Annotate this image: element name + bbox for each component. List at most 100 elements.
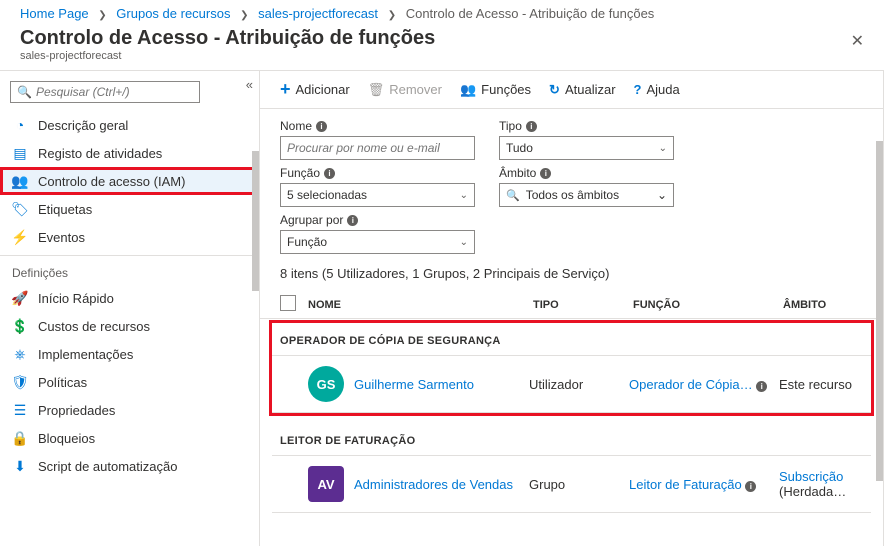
chevron-down-icon: ⌄ [460, 237, 468, 248]
name-filter-input[interactable] [280, 136, 475, 160]
type-select[interactable]: Tudo ⌄ [499, 136, 674, 160]
script-icon: ⬇ [12, 458, 28, 474]
col-type[interactable]: TIPO [533, 299, 633, 311]
info-icon[interactable]: i [756, 381, 767, 392]
row-scope: Este recurso [779, 377, 863, 392]
breadcrumb-rg[interactable]: Grupos de recursos [116, 6, 230, 21]
filter-scope-label: Âmbito [499, 166, 536, 180]
row-scope: Subscrição (Herdada… [779, 469, 863, 499]
row-name-link[interactable]: Administradores de Vendas [354, 477, 529, 492]
chevron-down-icon: ⌄ [657, 188, 667, 202]
refresh-button[interactable]: ↻ Atualizar [549, 82, 615, 98]
chevron-down-icon: ⌄ [460, 190, 468, 201]
scrollbar[interactable] [876, 141, 883, 481]
nav-label: Início Rápido [38, 291, 114, 306]
col-role[interactable]: FUNÇÃO [633, 299, 783, 311]
nav-section-header: Definições [0, 255, 259, 284]
help-icon: ? [634, 82, 642, 97]
row-role: Leitor de Faturação i [629, 477, 779, 492]
nav-label: Etiquetas [38, 202, 92, 217]
scope-link[interactable]: Subscrição [779, 469, 843, 484]
groupby-select[interactable]: Função ⌄ [280, 230, 475, 254]
close-icon[interactable]: ✕ [851, 27, 864, 55]
nav-label: Propriedades [38, 403, 115, 418]
rocket-icon: 🚀 [12, 290, 28, 306]
breadcrumb-home[interactable]: Home Page [20, 6, 89, 21]
item-count: 8 itens (5 Utilizadores, 1 Grupos, 2 Pri… [260, 260, 883, 291]
row-role: Operador de Cópia… i [629, 377, 779, 392]
scope-value: Todos os âmbitos [526, 188, 651, 202]
toolbar-label: Atualizar [565, 82, 616, 97]
nav-quickstart[interactable]: 🚀 Início Rápido [0, 284, 259, 312]
nav-label: Registo de atividades [38, 146, 162, 161]
table-row[interactable]: AV Administradores de Vendas Grupo Leito… [272, 455, 871, 513]
scrollbar[interactable] [252, 151, 259, 291]
role-select[interactable]: 5 selecionadas ⌄ [280, 183, 475, 207]
role-group-backup-operator: OPERADOR DE CÓPIA DE SEGURANÇA GS Guilhe… [272, 323, 871, 413]
info-icon[interactable]: i [540, 168, 551, 179]
group-header: OPERADOR DE CÓPIA DE SEGURANÇA [272, 323, 871, 355]
remove-button[interactable]: 🗑 Remover [368, 82, 442, 98]
info-icon[interactable]: i [347, 215, 358, 226]
breadcrumb-project[interactable]: sales-projectforecast [258, 6, 378, 21]
nav-locks[interactable]: 🔒 Bloqueios [0, 424, 259, 452]
nav-label: Custos de recursos [38, 319, 150, 334]
chevron-right-icon: ❯ [98, 10, 106, 21]
info-icon[interactable]: i [526, 121, 537, 132]
row-type: Grupo [529, 477, 629, 492]
nav-events[interactable]: ⚡ Eventos [0, 223, 259, 251]
refresh-icon: ↻ [549, 82, 560, 98]
groupby-value: Função [287, 235, 327, 249]
plus-icon: + [280, 79, 291, 100]
help-button[interactable]: ? Ajuda [634, 82, 680, 97]
info-icon[interactable]: i [316, 121, 327, 132]
table-row[interactable]: GS Guilherme Sarmento Utilizador Operado… [272, 355, 871, 413]
page-subtitle: sales-projectforecast [20, 50, 435, 62]
collapse-icon[interactable]: « [246, 77, 253, 92]
people-icon: 👥 [460, 82, 476, 98]
nav-label: Bloqueios [38, 431, 95, 446]
row-name-link[interactable]: Guilherme Sarmento [354, 377, 529, 392]
nav-costs[interactable]: 💲 Custos de recursos [0, 312, 259, 340]
nav-deployments[interactable]: ⎈ Implementações [0, 340, 259, 368]
people-icon: 👥 [12, 173, 28, 189]
nav-label: Eventos [38, 230, 85, 245]
nav-activity[interactable]: ▤ Registo de atividades [0, 139, 259, 167]
content-pane: + Adicionar 🗑 Remover 👥 Funções ↻ Atuali… [260, 71, 884, 546]
select-all-checkbox[interactable] [280, 295, 296, 311]
info-icon[interactable]: i [745, 481, 756, 492]
info-icon[interactable]: i [324, 168, 335, 179]
col-scope[interactable]: ÂMBITO [783, 299, 863, 311]
nav-label: Script de automatização [38, 459, 177, 474]
scope-suffix: (Herdada… [779, 484, 846, 499]
filter-type-label: Tipo [499, 119, 522, 133]
nav-policies[interactable]: 🛡 Políticas [0, 368, 259, 396]
row-role-link[interactable]: Leitor de Faturação [629, 477, 742, 492]
nav-properties[interactable]: ☰ Propriedades [0, 396, 259, 424]
nav-tags[interactable]: 🏷 Etiquetas [0, 195, 259, 223]
chevron-down-icon: ⌄ [659, 143, 667, 154]
add-button[interactable]: + Adicionar [280, 79, 350, 100]
search-icon: 🔍 [17, 85, 32, 99]
avatar: GS [308, 366, 344, 402]
policy-icon: 🛡 [12, 374, 28, 390]
sidebar-search[interactable]: 🔍 [10, 81, 200, 103]
breadcrumb: Home Page ❯ Grupos de recursos ❯ sales-p… [0, 0, 884, 25]
name-filter-field[interactable] [287, 141, 468, 155]
nav-label: Implementações [38, 347, 133, 362]
group-header: LEITOR DE FATURAÇÃO [272, 423, 871, 455]
trash-icon: 🗑 [368, 82, 385, 98]
breadcrumb-current: Controlo de Acesso - Atribuição de funçõ… [406, 6, 655, 21]
roles-button[interactable]: 👥 Funções [460, 82, 531, 98]
nav-label: Políticas [38, 375, 87, 390]
type-value: Tudo [506, 141, 533, 155]
row-role-link[interactable]: Operador de Cópia… [629, 377, 753, 392]
nav-automation[interactable]: ⬇ Script de automatização [0, 452, 259, 480]
nav-overview[interactable]: ◔ Descrição geral [0, 111, 259, 139]
search-icon: 🔍 [506, 189, 520, 202]
table-header: NOME TIPO FUNÇÃO ÂMBITO [260, 291, 883, 319]
sidebar-search-input[interactable] [36, 85, 193, 99]
col-name[interactable]: NOME [308, 299, 533, 311]
scope-input[interactable]: 🔍 Todos os âmbitos ⌄ [499, 183, 674, 207]
nav-iam[interactable]: 👥 Controlo de acesso (IAM) [0, 167, 259, 195]
